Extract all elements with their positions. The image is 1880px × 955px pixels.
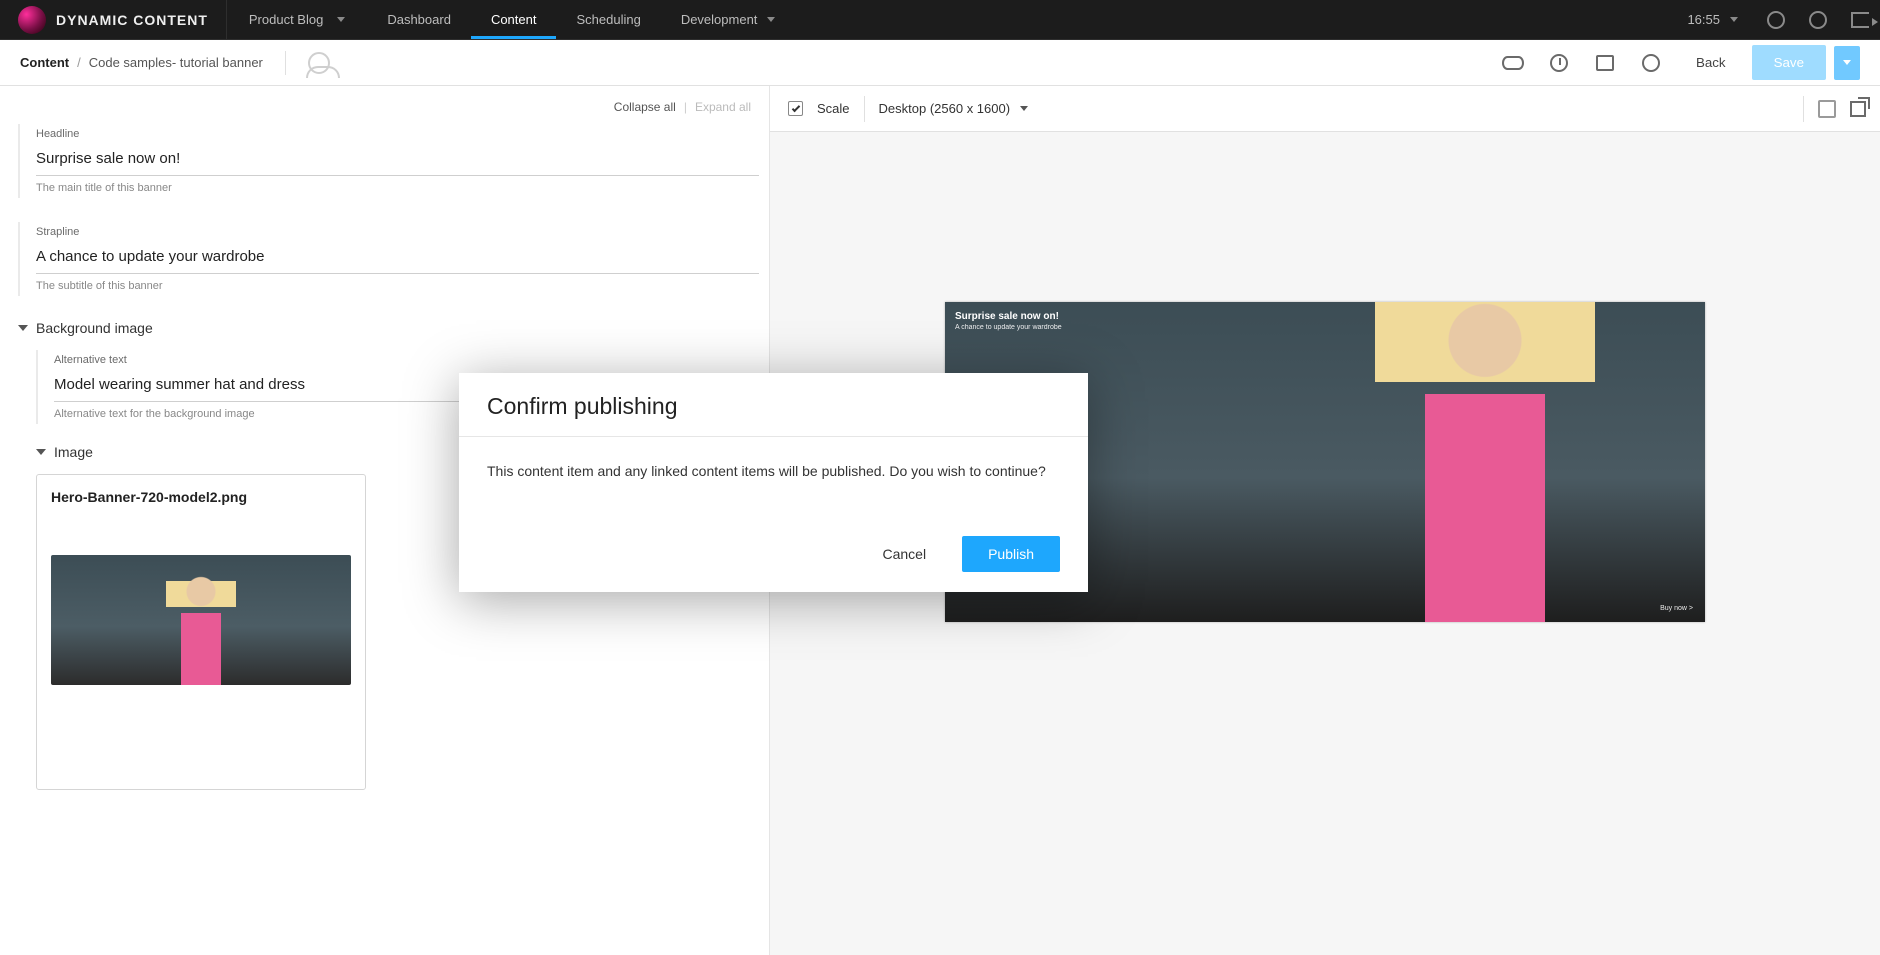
schedule-button[interactable] — [1586, 44, 1624, 82]
image-thumbnail — [51, 555, 351, 685]
hero-cta: Buy now > — [1660, 605, 1693, 612]
scale-checkbox[interactable] — [788, 101, 803, 116]
chevron-down-icon — [1843, 60, 1851, 65]
alt-text-label: Alternative text — [54, 354, 759, 366]
dialog-body: This content item and any linked content… — [459, 437, 1088, 536]
check-icon — [791, 103, 799, 111]
strapline-help: The subtitle of this banner — [36, 280, 759, 292]
image-card[interactable]: Hero-Banner-720-model2.png — [36, 474, 366, 790]
eye-icon — [1502, 56, 1524, 70]
info-button[interactable] — [1632, 44, 1670, 82]
breadcrumb-root[interactable]: Content — [20, 55, 69, 70]
nav-dashboard[interactable]: Dashboard — [367, 0, 471, 39]
model-icon — [1355, 302, 1615, 622]
headline-field: Headline The main title of this banner — [18, 124, 759, 198]
history-icon — [1550, 54, 1568, 72]
breadcrumb-path: Code samples- tutorial banner — [89, 55, 263, 70]
sub-bar: Content / Code samples- tutorial banner … — [0, 40, 1880, 86]
preview-toolbar-right — [1803, 96, 1866, 122]
breadcrumb: Content / Code samples- tutorial banner — [20, 55, 263, 70]
logout-icon — [1851, 12, 1869, 28]
image-section-label: Image — [54, 444, 93, 460]
headline-input[interactable] — [36, 144, 759, 176]
calendar-icon — [1596, 55, 1614, 71]
history-button[interactable] — [1540, 44, 1578, 82]
device-selector[interactable]: Desktop (2560 x 1600) — [879, 101, 1029, 116]
strapline-field: Strapline The subtitle of this banner — [18, 222, 759, 296]
back-button[interactable]: Back — [1678, 47, 1744, 78]
help-icon — [1767, 11, 1785, 29]
hero-strapline: A chance to update your wardrobe — [955, 323, 1062, 332]
brand-name: DYNAMIC CONTENT — [56, 12, 208, 28]
expand-all-button[interactable]: Expand all — [695, 100, 751, 114]
model-icon — [161, 575, 241, 685]
nav-content[interactable]: Content — [471, 0, 557, 39]
chevron-down-icon — [36, 449, 46, 455]
chevron-down-icon — [337, 17, 345, 22]
brand-block: DYNAMIC CONTENT — [0, 0, 227, 39]
chevron-down-icon — [1020, 106, 1028, 111]
expand-controls: Collapse all | Expand all — [18, 94, 759, 124]
top-bar: DYNAMIC CONTENT Product Blog Dashboard C… — [0, 0, 1880, 40]
collapse-all-button[interactable]: Collapse all — [614, 100, 676, 114]
assignee-icon[interactable] — [308, 52, 330, 74]
popout-preview-button[interactable] — [1850, 101, 1866, 117]
headline-label: Headline — [36, 128, 759, 140]
nav-development[interactable]: Development — [661, 0, 796, 39]
divider — [285, 51, 286, 75]
publish-button[interactable]: Publish — [962, 536, 1060, 572]
divider — [1803, 96, 1804, 122]
info-icon — [1642, 54, 1660, 72]
primary-nav: Dashboard Content Scheduling Development — [367, 0, 795, 39]
breadcrumb-sep: / — [77, 55, 81, 70]
background-image-label: Background image — [36, 320, 153, 336]
dialog-title: Confirm publishing — [459, 373, 1088, 437]
dialog-actions: Cancel Publish — [459, 536, 1088, 592]
image-filename: Hero-Banner-720-model2.png — [51, 489, 351, 505]
background-image-section[interactable]: Background image — [18, 320, 759, 336]
scale-label: Scale — [817, 101, 850, 116]
copy-preview-button[interactable] — [1818, 100, 1836, 118]
nav-scheduling[interactable]: Scheduling — [556, 0, 660, 39]
pipe: | — [684, 100, 687, 114]
gear-icon — [1809, 11, 1827, 29]
save-button[interactable]: Save — [1752, 45, 1826, 80]
logout-button[interactable] — [1840, 0, 1880, 40]
blog-selector[interactable]: Product Blog — [227, 0, 367, 39]
strapline-input[interactable] — [36, 242, 759, 274]
hero-headline: Surprise sale now on! — [955, 310, 1062, 323]
brand-logo-icon — [18, 6, 46, 34]
device-label: Desktop (2560 x 1600) — [879, 101, 1011, 116]
divider — [864, 96, 865, 122]
subbar-actions: Back Save — [1494, 44, 1860, 82]
topbar-right: 16:55 — [1671, 0, 1880, 39]
confirm-publish-dialog: Confirm publishing This content item and… — [459, 373, 1088, 592]
chevron-down-icon — [767, 17, 775, 22]
save-menu-button[interactable] — [1834, 46, 1860, 80]
help-button[interactable] — [1756, 0, 1796, 40]
headline-help: The main title of this banner — [36, 182, 759, 194]
clock[interactable]: 16:55 — [1671, 12, 1754, 27]
blog-selector-label: Product Blog — [249, 12, 323, 27]
nav-scheduling-label: Scheduling — [576, 12, 640, 27]
strapline-label: Strapline — [36, 226, 759, 238]
nav-development-label: Development — [681, 12, 758, 27]
settings-button[interactable] — [1798, 0, 1838, 40]
clock-time: 16:55 — [1687, 12, 1720, 27]
chevron-down-icon — [18, 325, 28, 331]
cancel-button[interactable]: Cancel — [864, 536, 944, 572]
chevron-down-icon — [1730, 17, 1738, 22]
hero-text: Surprise sale now on! A chance to update… — [955, 310, 1062, 332]
preview-eye-button[interactable] — [1494, 44, 1532, 82]
preview-toolbar: Scale Desktop (2560 x 1600) — [770, 86, 1880, 132]
nav-dashboard-label: Dashboard — [387, 12, 451, 27]
nav-content-label: Content — [491, 12, 537, 27]
